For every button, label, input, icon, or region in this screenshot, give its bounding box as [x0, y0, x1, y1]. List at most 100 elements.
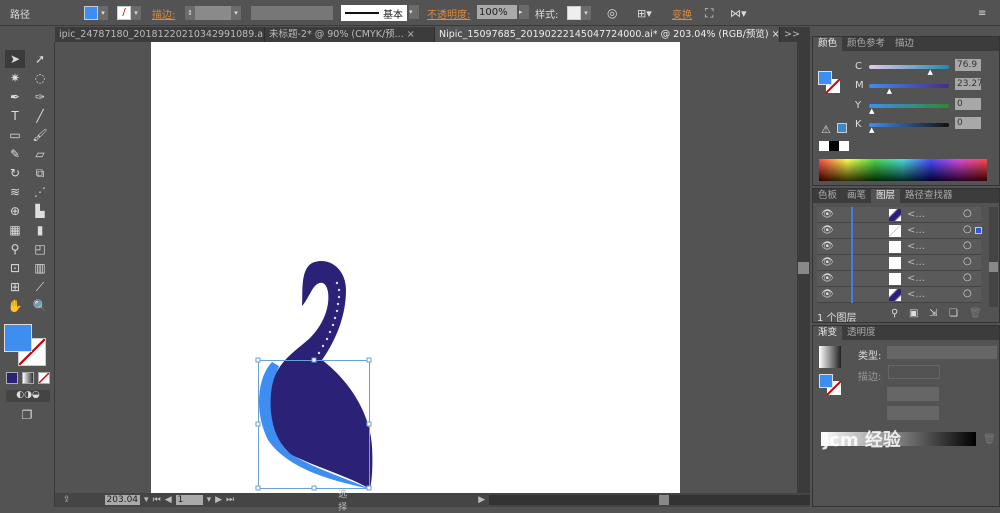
- new-sublayer-icon[interactable]: ⇲: [929, 308, 937, 319]
- layer-color-bar: [851, 271, 853, 287]
- layer-name: <...: [907, 289, 925, 300]
- layer-thumbnail: [889, 273, 901, 285]
- gradient-type-dropdown[interactable]: [887, 346, 997, 359]
- layer-name: <...: [907, 225, 925, 236]
- delete-stop-icon[interactable]: 🗑: [983, 434, 996, 445]
- cyan-value[interactable]: 76.9: [955, 59, 981, 71]
- angle-field[interactable]: [887, 387, 939, 401]
- tab-swatches[interactable]: 色板: [813, 189, 842, 203]
- target-icon[interactable]: ○: [963, 240, 972, 251]
- tab-gradient[interactable]: 渐变: [813, 326, 843, 340]
- target-icon[interactable]: ○: [963, 208, 972, 219]
- layer-thumbnail: [889, 289, 901, 301]
- tab-layers[interactable]: 图层: [871, 189, 901, 203]
- layer-row[interactable]: 👁 <... ○: [817, 255, 981, 271]
- black-value[interactable]: 0: [955, 117, 981, 129]
- locate-object-icon[interactable]: ⚲: [891, 308, 898, 319]
- magenta-slider[interactable]: ▲: [869, 84, 949, 95]
- target-icon[interactable]: ○: [963, 272, 972, 283]
- layer-row[interactable]: 👁 <... ○: [817, 271, 981, 287]
- next-artboard-icon[interactable]: ▶: [215, 495, 222, 505]
- current-tool-label: 选择: [338, 490, 348, 513]
- stroke-label: 描边:: [858, 372, 882, 383]
- visibility-eye-icon[interactable]: 👁: [821, 241, 834, 252]
- selected-indicator: [975, 227, 982, 234]
- vertical-scrollbar[interactable]: [797, 42, 810, 493]
- magenta-value[interactable]: 23.27: [955, 78, 983, 90]
- scroll-thumb[interactable]: [659, 495, 670, 505]
- visibility-eye-icon[interactable]: 👁: [821, 257, 834, 268]
- layers-panel: 色板 画笔 图层 路径查找器 👁 <... ○ 👁 <... ○ 👁 <... ○ 👁 <... ○ 👁 <..…: [812, 188, 1000, 324]
- black-slider[interactable]: ▲: [869, 123, 949, 134]
- tab-pathfinder[interactable]: 路径查找器: [900, 189, 958, 203]
- delete-layer-icon[interactable]: 🗑: [969, 308, 982, 319]
- channel-label: Y: [855, 100, 862, 111]
- layer-row[interactable]: 👁 <... ○: [817, 287, 981, 303]
- layer-name: <...: [907, 273, 925, 284]
- visibility-eye-icon[interactable]: 👁: [821, 225, 834, 236]
- clipping-mask-icon[interactable]: ▣: [909, 308, 918, 319]
- zoom-field[interactable]: 203.04: [104, 495, 141, 505]
- artboard-dropdown-icon[interactable]: ▾: [207, 495, 212, 505]
- fill-swatch[interactable]: [819, 374, 833, 388]
- slider-thumb[interactable]: ▲: [869, 126, 874, 134]
- layer-row[interactable]: 👁 <... ○: [817, 223, 982, 239]
- layer-color-bar: [851, 287, 853, 303]
- layer-name: <...: [907, 209, 925, 220]
- zoom-dropdown-icon[interactable]: ▾: [144, 495, 149, 505]
- none-black-white-swatches[interactable]: [819, 141, 849, 151]
- artboard-field[interactable]: 1: [175, 495, 203, 505]
- visibility-eye-icon[interactable]: 👁: [821, 289, 834, 300]
- slider-thumb[interactable]: ▲: [869, 107, 874, 115]
- status-menu-icon[interactable]: ▶: [478, 495, 485, 505]
- visibility-eye-icon[interactable]: 👁: [821, 209, 834, 220]
- cyan-slider[interactable]: ▲: [869, 65, 949, 76]
- layer-color-bar: [851, 239, 853, 255]
- target-icon[interactable]: ○: [963, 224, 972, 235]
- out-of-gamut-warning-icon[interactable]: ⚠: [821, 123, 831, 136]
- layer-count-label: 1 个图层: [817, 313, 857, 324]
- horizontal-scrollbar[interactable]: [489, 495, 810, 505]
- tab-stroke[interactable]: 描边: [890, 37, 919, 51]
- share-icon[interactable]: ⇪: [63, 495, 71, 505]
- layer-thumbnail: [889, 225, 901, 237]
- yellow-slider[interactable]: ▲: [869, 104, 949, 115]
- tab-color-guide[interactable]: 颜色参考: [842, 37, 890, 51]
- yellow-value[interactable]: 0: [955, 98, 981, 110]
- prev-artboard-icon[interactable]: ◀: [165, 495, 172, 505]
- aspect-ratio-field[interactable]: [887, 406, 939, 420]
- color-panel: 颜色 颜色参考 描边 C ▲ 76.9 M ▲ 23.27 Y ▲ 0 K ▲ 0 …: [812, 36, 1000, 186]
- type-label: 类型:: [858, 351, 882, 362]
- watermark: jcm 经验: [823, 430, 901, 451]
- layer-color-bar: [851, 255, 853, 271]
- slider-thumb[interactable]: ▲: [887, 87, 892, 95]
- tab-transparency[interactable]: 透明度: [842, 326, 881, 340]
- color-spectrum[interactable]: [819, 159, 987, 181]
- stroke-gradient-buttons[interactable]: [888, 365, 940, 379]
- layer-row[interactable]: 👁 <... ○: [817, 239, 981, 255]
- tab-brushes[interactable]: 画笔: [842, 189, 871, 203]
- status-bar: ⇪ 203.04 ▾ ⏮ ◀ 1 ▾ ▶ ⏭ 选择 ▶: [55, 490, 810, 513]
- gamut-swatch[interactable]: [837, 123, 847, 133]
- fill-swatch[interactable]: [818, 71, 832, 85]
- layer-thumbnail: [889, 209, 901, 221]
- layers-scrollbar[interactable]: [989, 207, 998, 307]
- layer-color-bar: [851, 223, 853, 239]
- fill-swatch[interactable]: [4, 324, 32, 352]
- layer-thumbnail: [889, 257, 901, 269]
- channel-label: M: [855, 80, 864, 91]
- new-layer-icon[interactable]: ❏: [949, 308, 958, 319]
- target-icon[interactable]: ○: [963, 256, 972, 267]
- layer-row[interactable]: 👁 <... ○: [817, 207, 981, 223]
- scroll-thumb[interactable]: [798, 262, 809, 274]
- channel-label: K: [855, 119, 862, 130]
- last-artboard-icon[interactable]: ⏭: [226, 495, 234, 505]
- gradient-preview[interactable]: [819, 346, 841, 368]
- tab-color[interactable]: 颜色: [813, 37, 843, 51]
- layer-name: <...: [907, 241, 925, 252]
- layer-name: <...: [907, 257, 925, 268]
- target-icon[interactable]: ○: [963, 288, 972, 299]
- slider-thumb[interactable]: ▲: [927, 68, 932, 76]
- first-artboard-icon[interactable]: ⏮: [153, 495, 161, 505]
- visibility-eye-icon[interactable]: 👁: [821, 273, 834, 284]
